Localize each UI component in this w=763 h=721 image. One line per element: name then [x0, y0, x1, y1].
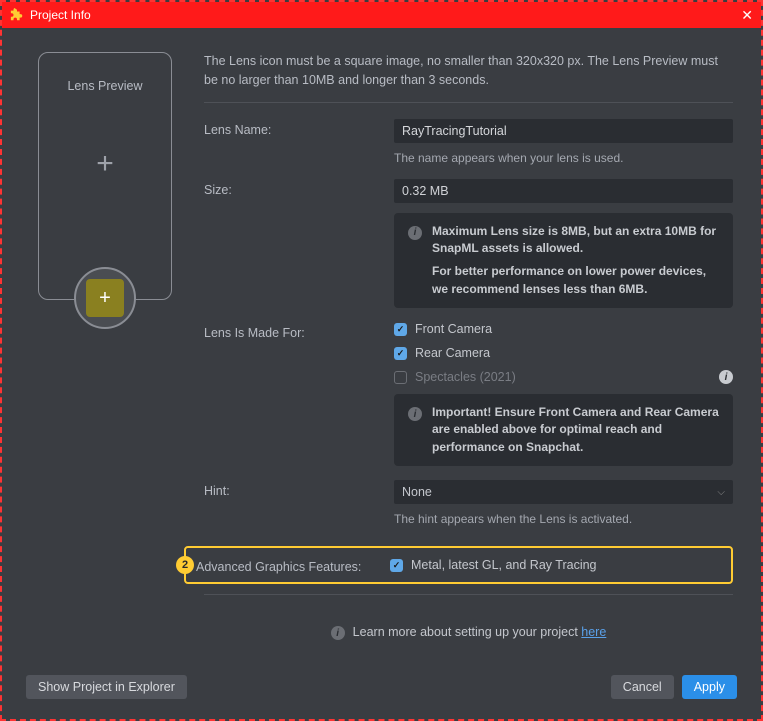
add-plus-icon: +	[86, 279, 124, 317]
rear-camera-checkbox[interactable]: ✓Rear Camera	[394, 346, 733, 360]
size-label: Size:	[204, 179, 394, 197]
front-camera-checkbox[interactable]: ✓Front Camera	[394, 322, 733, 336]
divider	[204, 102, 733, 103]
spectacles-checkbox[interactable]: Spectacles (2021)	[394, 370, 516, 384]
lens-name-label: Lens Name:	[204, 119, 394, 137]
add-icon-button[interactable]: +	[74, 267, 136, 329]
info-icon: i	[331, 626, 345, 640]
size-info-box: i Maximum Lens size is 8MB, but an extra…	[394, 213, 733, 309]
lens-preview-label: Lens Preview	[67, 79, 142, 93]
puzzle-icon	[10, 8, 24, 22]
made-for-info-text: Important! Ensure Front Camera and Rear …	[432, 404, 719, 456]
made-for-label: Lens Is Made For:	[204, 322, 394, 340]
size-value: 0.32 MB	[394, 179, 733, 203]
size-info-line1: Maximum Lens size is 8MB, but an extra 1…	[432, 223, 719, 258]
cancel-button[interactable]: Cancel	[611, 675, 674, 699]
hint-subtext: The hint appears when the Lens is activa…	[394, 512, 733, 526]
titlebar: Project Info ✕	[2, 2, 761, 28]
lens-preview-box[interactable]: Lens Preview + +	[38, 52, 172, 300]
hint-label: Hint:	[204, 480, 394, 498]
made-for-info-box: i Important! Ensure Front Camera and Rea…	[394, 394, 733, 466]
footer: Show Project in Explorer Cancel Apply	[2, 663, 761, 719]
advanced-highlight: 2 Advanced Graphics Features: ✓Metal, la…	[184, 546, 733, 584]
info-icon: i	[408, 407, 422, 421]
hint-select[interactable]: None ⌵	[394, 480, 733, 504]
learn-more-link[interactable]: here	[581, 625, 606, 639]
spectacles-info-icon[interactable]: i	[719, 370, 733, 384]
step-badge: 2	[176, 556, 194, 574]
learn-more-row: i Learn more about setting up your proje…	[204, 611, 733, 656]
window-title: Project Info	[30, 8, 91, 22]
advanced-label: Advanced Graphics Features:	[196, 556, 390, 574]
advanced-checkbox[interactable]: ✓Metal, latest GL, and Ray Tracing	[390, 558, 597, 572]
chevron-down-icon: ⌵	[717, 487, 725, 498]
size-info-line2: For better performance on lower power de…	[432, 263, 719, 298]
description-text: The Lens icon must be a square image, no…	[204, 52, 733, 90]
info-icon: i	[408, 226, 422, 240]
lens-name-input[interactable]	[394, 119, 733, 143]
lens-name-subtext: The name appears when your lens is used.	[394, 151, 733, 165]
project-info-window: Project Info ✕ Lens Preview + + The Lens…	[0, 0, 763, 721]
divider	[204, 594, 733, 595]
close-button[interactable]: ✕	[741, 7, 753, 24]
apply-button[interactable]: Apply	[682, 675, 737, 699]
show-in-explorer-button[interactable]: Show Project in Explorer	[26, 675, 187, 699]
plus-icon: +	[96, 147, 114, 181]
